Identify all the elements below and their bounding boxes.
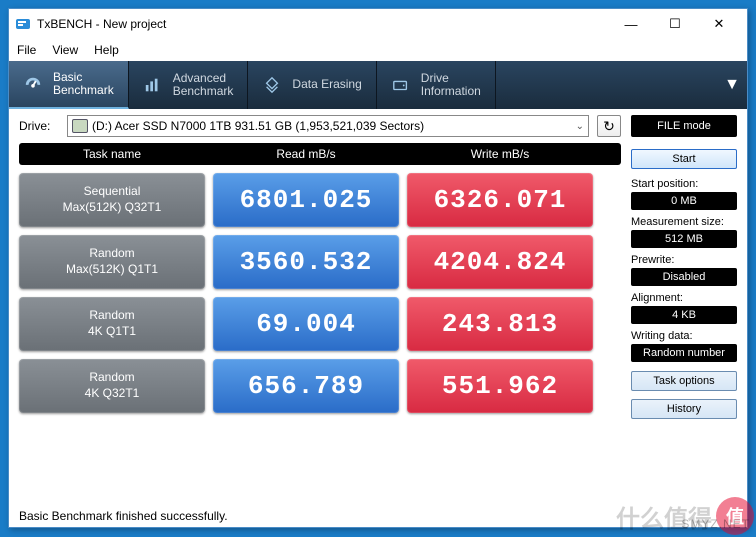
window-buttons: — ☐ ✕: [609, 10, 741, 38]
menubar: File View Help: [9, 39, 747, 61]
drive-row: Drive: (D:) Acer SSD N7000 1TB 931.51 GB…: [19, 115, 621, 137]
write-cell[interactable]: 243.813: [407, 297, 593, 351]
status-bar: Basic Benchmark finished successfully.: [19, 509, 228, 523]
write-cell[interactable]: 551.962: [407, 359, 593, 413]
drive-value: (D:) Acer SSD N7000 1TB 931.51 GB (1,953…: [92, 119, 424, 133]
bars-icon: [143, 75, 163, 95]
write-cell[interactable]: 4204.824: [407, 235, 593, 289]
writing-data-value[interactable]: Random number: [631, 344, 737, 362]
task-name-cell[interactable]: RandomMax(512K) Q1T1: [19, 235, 205, 289]
task-name-cell[interactable]: Random4K Q32T1: [19, 359, 205, 413]
alignment-value[interactable]: 4 KB: [631, 306, 737, 324]
table-row: SequentialMax(512K) Q32T1 6801.025 6326.…: [19, 173, 621, 227]
read-cell[interactable]: 6801.025: [213, 173, 399, 227]
header-read: Read mB/s: [213, 143, 399, 165]
table-row: RandomMax(512K) Q1T1 3560.532 4204.824: [19, 235, 621, 289]
table-row: Random4K Q32T1 656.789 551.962: [19, 359, 621, 413]
app-icon: [15, 16, 31, 32]
tab-label: Data Erasing: [292, 78, 361, 91]
side-panel: FILE mode Start Start position: 0 MB Mea…: [631, 115, 737, 421]
close-button[interactable]: ✕: [697, 10, 741, 38]
menu-view[interactable]: View: [52, 43, 78, 57]
header-write: Write mB/s: [407, 143, 593, 165]
writing-data-label: Writing data:: [631, 330, 737, 342]
measurement-size-label: Measurement size:: [631, 216, 737, 228]
hdd-icon: [72, 119, 88, 133]
read-cell[interactable]: 656.789: [213, 359, 399, 413]
tab-drive-information[interactable]: Drive Information: [377, 61, 496, 109]
app-window: TxBENCH - New project — ☐ ✕ File View He…: [8, 8, 748, 528]
drive-label: Drive:: [19, 119, 59, 133]
reload-button[interactable]: ↻: [597, 115, 621, 137]
titlebar: TxBENCH - New project — ☐ ✕: [9, 9, 747, 39]
table-row: Random4K Q1T1 69.004 243.813: [19, 297, 621, 351]
task-options-button[interactable]: Task options: [631, 371, 737, 391]
file-mode-badge[interactable]: FILE mode: [631, 115, 737, 137]
measurement-size-value[interactable]: 512 MB: [631, 230, 737, 248]
read-cell[interactable]: 69.004: [213, 297, 399, 351]
minimize-button[interactable]: —: [609, 10, 653, 38]
tab-data-erasing[interactable]: Data Erasing: [248, 61, 376, 109]
history-button[interactable]: History: [631, 399, 737, 419]
menu-help[interactable]: Help: [94, 43, 119, 57]
table-header: Task name Read mB/s Write mB/s: [19, 143, 621, 165]
tab-overflow-dropdown[interactable]: ▼: [717, 61, 747, 109]
maximize-button[interactable]: ☐: [653, 10, 697, 38]
tab-label: Drive Information: [421, 72, 481, 98]
tab-label: Advanced Benchmark: [173, 72, 234, 98]
window-title: TxBENCH - New project: [37, 17, 609, 31]
chevron-down-icon: ⌄: [576, 121, 584, 132]
task-name-cell[interactable]: Random4K Q1T1: [19, 297, 205, 351]
header-task: Task name: [19, 143, 205, 165]
start-position-value[interactable]: 0 MB: [631, 192, 737, 210]
benchmark-table: Task name Read mB/s Write mB/s Sequentia…: [19, 143, 621, 413]
tab-basic-benchmark[interactable]: Basic Benchmark: [9, 61, 129, 109]
tab-advanced-benchmark[interactable]: Advanced Benchmark: [129, 61, 249, 109]
start-button[interactable]: Start: [631, 149, 737, 169]
prewrite-label: Prewrite:: [631, 254, 737, 266]
prewrite-value[interactable]: Disabled: [631, 268, 737, 286]
erase-icon: [262, 75, 282, 95]
content-area: Drive: (D:) Acer SSD N7000 1TB 931.51 GB…: [9, 109, 747, 425]
drive-select[interactable]: (D:) Acer SSD N7000 1TB 931.51 GB (1,953…: [67, 115, 589, 137]
gauge-icon: [23, 74, 43, 94]
tab-label: Basic Benchmark: [53, 71, 114, 97]
drive-info-icon: [391, 75, 411, 95]
menu-file[interactable]: File: [17, 43, 36, 57]
task-name-cell[interactable]: SequentialMax(512K) Q32T1: [19, 173, 205, 227]
read-cell[interactable]: 3560.532: [213, 235, 399, 289]
source-watermark: SMYZ.NET: [681, 517, 750, 531]
benchmark-panel: Drive: (D:) Acer SSD N7000 1TB 931.51 GB…: [19, 115, 621, 421]
start-position-label: Start position:: [631, 178, 737, 190]
write-cell[interactable]: 6326.071: [407, 173, 593, 227]
tab-strip: Basic Benchmark Advanced Benchmark Data …: [9, 61, 747, 109]
alignment-label: Alignment:: [631, 292, 737, 304]
